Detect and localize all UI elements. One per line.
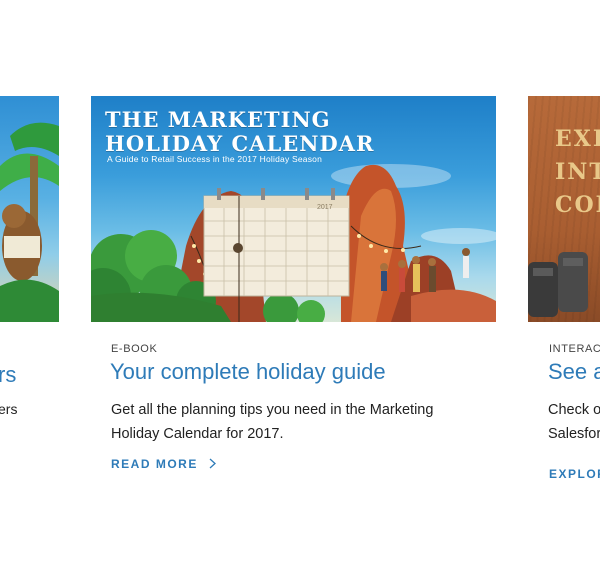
hero-title: THE MARKETING HOLIDAY CALENDAR [105, 108, 374, 156]
explore-link[interactable]: EXPLOR [549, 467, 600, 481]
calendar-year-label: 2017 [317, 204, 333, 211]
hero-title-line2: HOLIDAY CALENDAR [105, 131, 375, 156]
card-right-desc-line2: Salesfor [548, 426, 600, 442]
card-left-description: ers [0, 401, 18, 417]
hero-title-line1: THE MARKETING [105, 107, 331, 132]
card-right-desc-line1: Check o [548, 402, 600, 418]
read-more-label: READ MORE [111, 457, 198, 471]
card-right-image[interactable]: EXP INTE CON [528, 96, 600, 322]
wood-hero-line3: CON [555, 192, 600, 218]
card-category: E-BOOK [111, 343, 158, 355]
card-right-description: Check o Salesfor [548, 398, 600, 446]
binoculars-icon [528, 252, 588, 317]
chevron-right-icon [209, 457, 216, 471]
card-left-image[interactable] [0, 96, 59, 322]
holiday-calendar-hero-image[interactable]: THE MARKETING HOLIDAY CALENDAR A Guide t… [91, 96, 496, 322]
wood-hero-line1: EXP [555, 126, 600, 152]
card-right-headline[interactable]: See a [548, 359, 600, 385]
card-headline-link[interactable]: Your complete holiday guide [110, 359, 386, 385]
read-more-link[interactable]: READ MORE [111, 457, 216, 471]
wood-hero-line2: INTE [555, 159, 600, 185]
card-description: Get all the planning tips you need in th… [111, 402, 434, 442]
hero-subtitle: A Guide to Retail Success in the 2017 Ho… [107, 154, 322, 164]
card-left-headline[interactable]: rs [0, 362, 16, 388]
card-right-category: INTERACT [549, 343, 600, 355]
palm-bear-illustration [0, 122, 59, 322]
